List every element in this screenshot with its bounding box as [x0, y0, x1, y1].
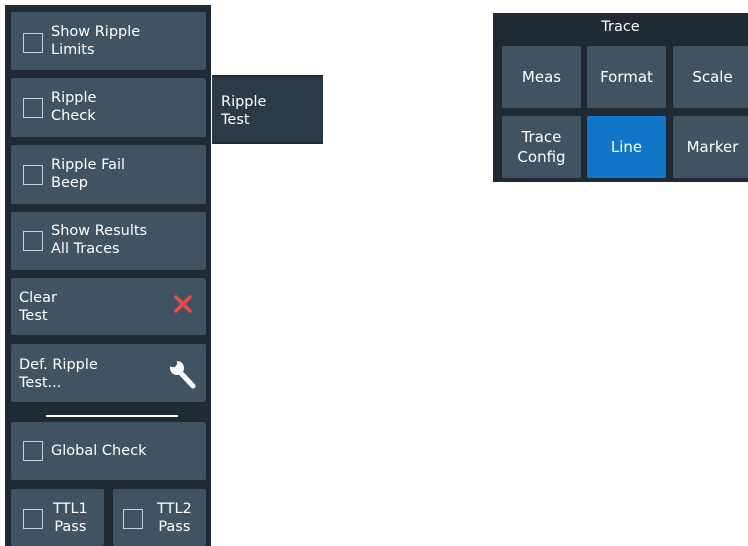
ripple-fail-beep-checkbox[interactable] — [23, 165, 43, 185]
line-button[interactable]: Line — [587, 116, 666, 178]
show-ripple-limits-checkbox[interactable] — [23, 33, 43, 53]
separator-line — [46, 415, 178, 417]
show-results-all-traces-checkbox[interactable] — [23, 231, 43, 251]
ttl2-pass-button[interactable]: TTL2 Pass — [113, 489, 206, 546]
ttl1-pass-label: TTL1 Pass — [53, 501, 88, 535]
format-button[interactable]: Format — [587, 46, 666, 108]
clear-test-button[interactable]: Clear Test — [11, 278, 206, 335]
ripple-check-label: Ripple Check — [51, 90, 97, 124]
clear-test-label: Clear Test — [19, 290, 57, 324]
show-ripple-limits-label: Show Ripple Limits — [51, 24, 141, 58]
ripple-check-button[interactable]: Ripple Check — [11, 78, 206, 137]
close-icon — [174, 295, 192, 313]
def-ripple-test-button[interactable]: Def. Ripple Test... — [11, 344, 206, 402]
global-check-checkbox[interactable] — [23, 441, 43, 461]
trace-config-label: Trace Config — [517, 128, 566, 166]
ttl1-pass-checkbox[interactable] — [23, 509, 43, 529]
format-label: Format — [600, 68, 653, 86]
show-ripple-limits-button[interactable]: Show Ripple Limits — [11, 12, 206, 70]
meas-label: Meas — [521, 68, 562, 86]
wrench-icon — [168, 358, 196, 389]
ttl2-pass-label: TTL2 Pass — [157, 501, 192, 535]
trace-config-button[interactable]: Trace Config — [502, 116, 581, 178]
scale-button[interactable]: Scale — [673, 46, 748, 108]
show-results-all-traces-label: Show Results All Traces — [51, 223, 148, 257]
ttl2-pass-checkbox[interactable] — [123, 509, 143, 529]
ripple-test-menu-tab[interactable]: Ripple Test — [212, 75, 323, 144]
trace-panel-title: Trace — [601, 19, 640, 35]
show-results-all-traces-button[interactable]: Show Results All Traces — [11, 212, 206, 270]
ttl1-pass-button[interactable]: TTL1 Pass — [11, 489, 104, 546]
ripple-test-label: Ripple Test — [221, 94, 267, 128]
ripple-fail-beep-label: Ripple Fail Beep — [51, 157, 126, 191]
meas-button[interactable]: Meas — [502, 46, 581, 108]
scale-label: Scale — [692, 68, 733, 86]
ripple-test-softkey-panel: Show Ripple Limits Ripple Check Ripple F… — [5, 5, 211, 546]
def-ripple-test-label: Def. Ripple Test... — [19, 357, 98, 391]
ripple-check-checkbox[interactable] — [23, 98, 43, 118]
marker-label: Marker — [686, 138, 739, 156]
marker-button[interactable]: Marker — [673, 116, 748, 178]
global-check-button[interactable]: Global Check — [11, 422, 206, 480]
trace-panel: Trace Meas Format Scale Trace Config Lin… — [493, 13, 748, 182]
global-check-label: Global Check — [51, 443, 147, 459]
line-label: Line — [610, 138, 643, 156]
ripple-fail-beep-button[interactable]: Ripple Fail Beep — [11, 145, 206, 204]
